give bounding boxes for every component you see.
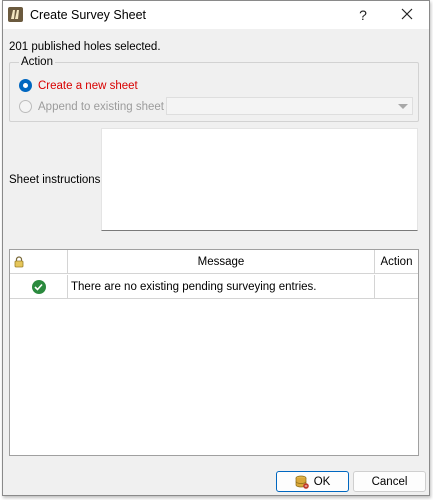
close-button[interactable]	[392, 3, 422, 27]
app-logo-icon	[8, 7, 23, 22]
title-bar: Create Survey Sheet ?	[3, 1, 429, 29]
table-row[interactable]: There are no existing pending surveying …	[10, 275, 418, 299]
message-cell: There are no existing pending surveying …	[68, 275, 375, 299]
window-title: Create Survey Sheet	[30, 8, 147, 22]
action-group-legend: Action	[19, 56, 55, 68]
ok-button-label: OK	[313, 475, 331, 488]
action-group: Action Create a new sheet Append to exis…	[9, 56, 419, 122]
lock-column-header[interactable]	[10, 250, 68, 274]
messages-table: Message Action There are no existing pen…	[9, 249, 419, 456]
database-icon	[295, 475, 309, 489]
chevron-down-icon	[398, 104, 408, 109]
create-new-sheet-label: Create a new sheet	[38, 79, 138, 92]
close-icon	[401, 8, 413, 23]
selection-summary: 201 published holes selected.	[9, 41, 161, 53]
table-header: Message Action	[10, 250, 418, 274]
lock-icon	[14, 256, 24, 271]
create-new-sheet-option[interactable]: Create a new sheet	[19, 79, 138, 92]
append-existing-sheet-radio[interactable]	[19, 100, 32, 113]
append-existing-sheet-label: Append to existing sheet	[38, 100, 164, 113]
cancel-button[interactable]: Cancel	[353, 471, 426, 492]
ok-button[interactable]: OK	[276, 471, 349, 492]
action-cell[interactable]	[375, 275, 418, 299]
existing-sheet-dropdown[interactable]	[166, 97, 413, 115]
create-new-sheet-radio[interactable]	[19, 79, 32, 92]
action-column-header[interactable]: Action	[375, 250, 418, 274]
sheet-instructions-label: Sheet instructions	[9, 174, 101, 186]
dialog-window: Create Survey Sheet ? 201 published hole…	[2, 0, 430, 496]
message-column-header[interactable]: Message	[68, 250, 375, 274]
status-cell	[10, 275, 68, 299]
check-circle-icon	[31, 280, 46, 294]
help-button[interactable]: ?	[351, 3, 375, 27]
append-existing-sheet-option[interactable]: Append to existing sheet	[19, 100, 164, 113]
sheet-instructions-input[interactable]	[101, 128, 418, 231]
